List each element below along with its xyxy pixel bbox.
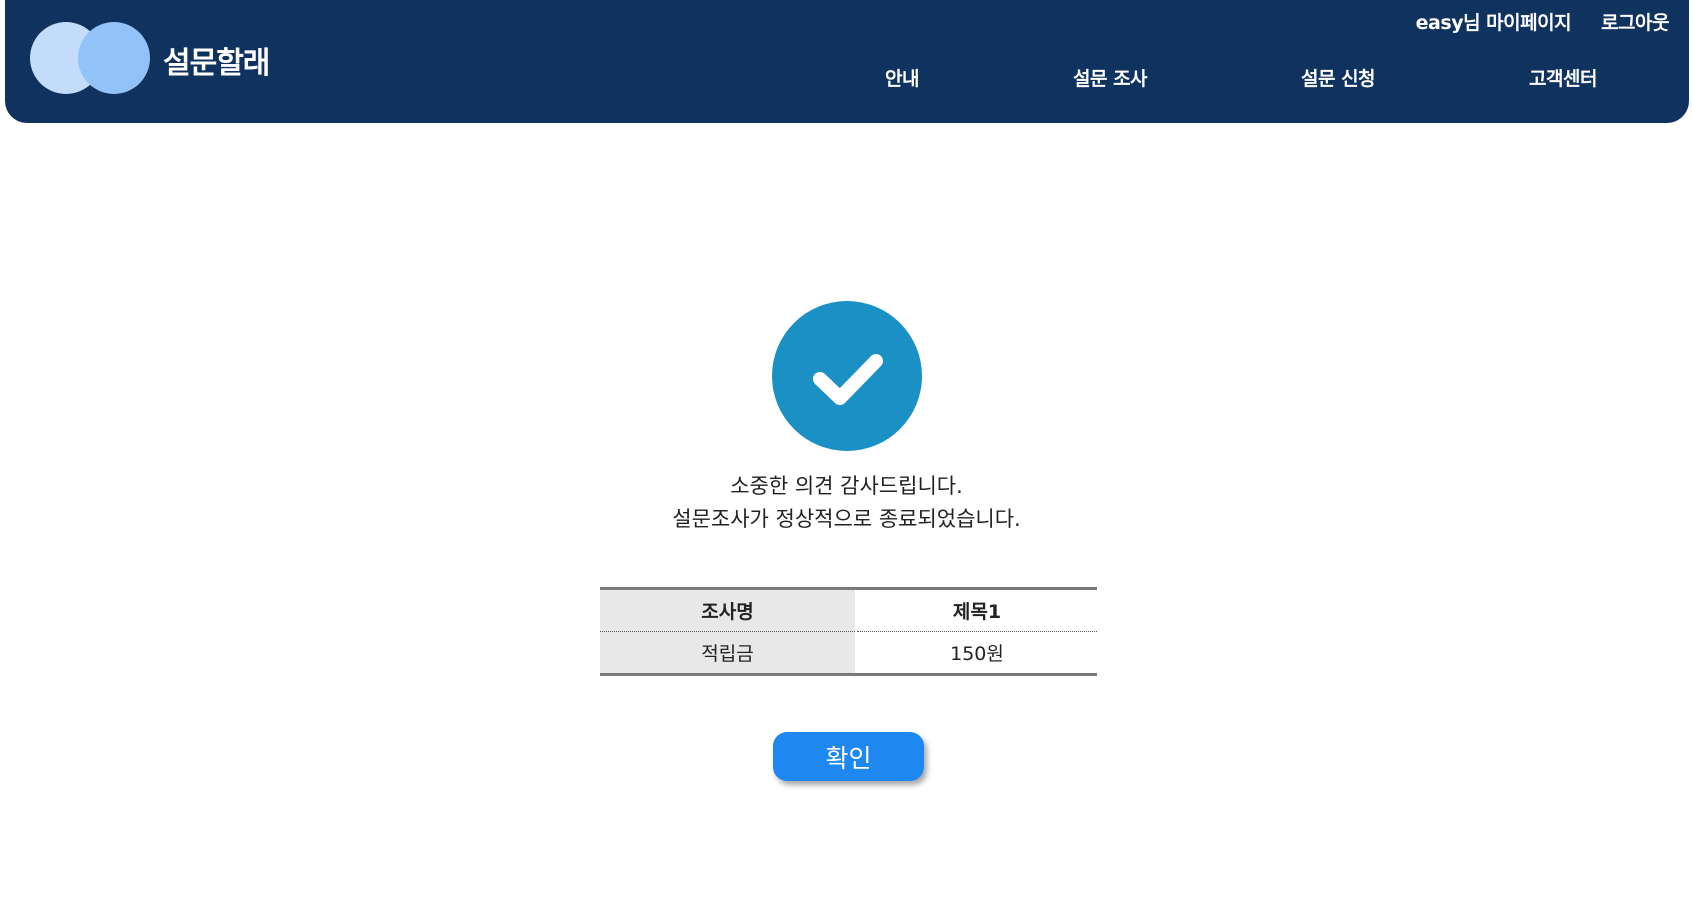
nav-item-survey-request[interactable]: 설문 신청 <box>1301 64 1376 91</box>
table-row: 적립금 150원 <box>600 631 1097 676</box>
check-circle-icon <box>772 301 922 451</box>
message-line-2: 설문조사가 정상적으로 종료되었습니다. <box>672 507 1021 531</box>
main-nav: 안내 설문 조사 설문 신청 고객센터 <box>5 64 1689 92</box>
confirm-button[interactable]: 확인 <box>773 732 924 781</box>
table-row: 조사명 제목1 <box>600 587 1097 632</box>
message-line-1: 소중한 의견 감사드립니다. <box>730 474 963 498</box>
mypage-link[interactable]: easy님 마이페이지 <box>1416 8 1572 35</box>
nav-item-survey[interactable]: 설문 조사 <box>1073 64 1148 91</box>
site-header: 설문할래 easy님 마이페이지 로그아웃 안내 설문 조사 설문 신청 고객센… <box>5 0 1689 123</box>
survey-name-label: 조사명 <box>600 587 857 632</box>
nav-item-guide[interactable]: 안내 <box>885 64 919 91</box>
completion-message: 소중한 의견 감사드립니다. 설문조사가 정상적으로 종료되었습니다. <box>0 470 1693 536</box>
nav-item-customer-center[interactable]: 고객센터 <box>1529 64 1597 91</box>
checkmark-icon <box>813 354 883 405</box>
reward-value: 150원 <box>856 631 1097 676</box>
survey-name-value: 제목1 <box>856 587 1097 632</box>
reward-label: 적립금 <box>600 631 857 676</box>
logout-link[interactable]: 로그아웃 <box>1601 8 1669 35</box>
survey-result-table: 조사명 제목1 적립금 150원 <box>600 587 1097 676</box>
user-menu: easy님 마이페이지 로그아웃 <box>1416 8 1670 35</box>
